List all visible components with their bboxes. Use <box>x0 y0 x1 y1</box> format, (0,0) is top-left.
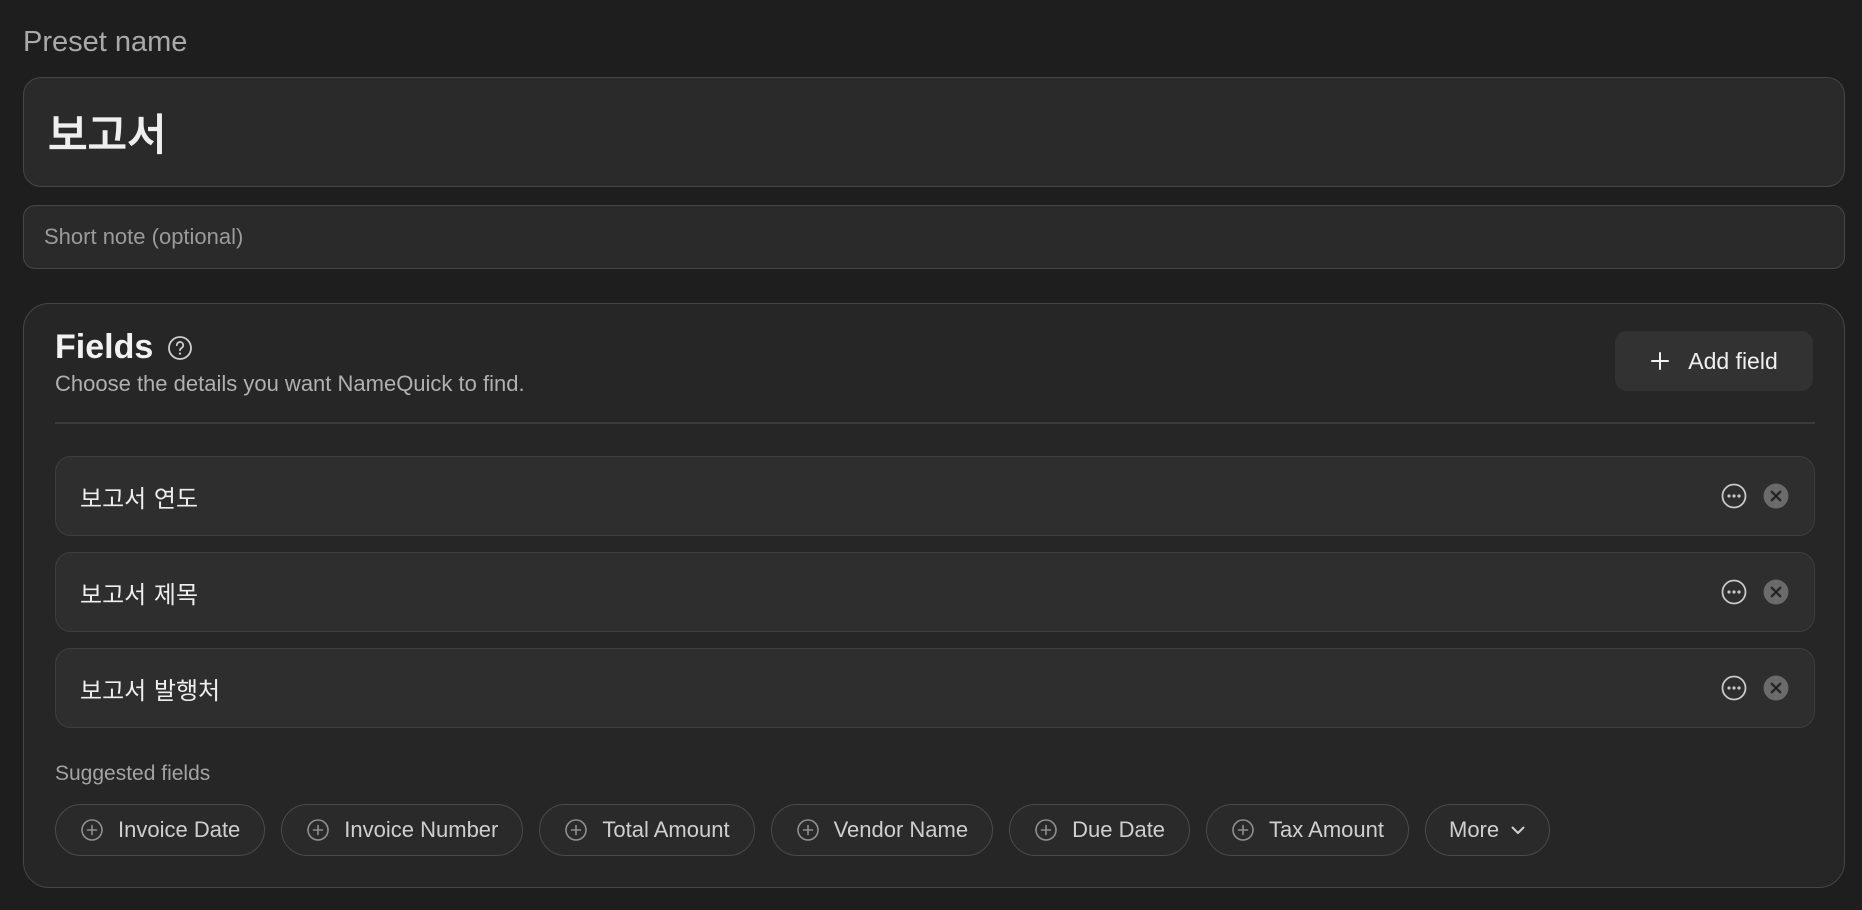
plus-circle-icon <box>564 818 588 842</box>
field-row[interactable]: 보고서 제목 <box>55 552 1815 632</box>
plus-circle-icon <box>796 818 820 842</box>
short-note-input[interactable] <box>42 223 1826 251</box>
chip-label: Vendor Name <box>833 817 969 842</box>
suggested-chips: Invoice Date Invoice Number Total Amount… <box>55 804 1551 856</box>
suggested-fields-label: Suggested fields <box>55 762 211 785</box>
question-circle-icon[interactable] <box>167 335 193 361</box>
fields-title: Fields <box>55 328 154 366</box>
preset-name-label: Preset name <box>23 26 188 58</box>
fields-panel: Fields Choose the details you want NameQ… <box>23 303 1845 888</box>
x-circle-icon[interactable] <box>1762 578 1790 606</box>
ellipsis-circle-icon[interactable] <box>1720 578 1748 606</box>
field-row-actions <box>1720 482 1790 510</box>
add-field-button[interactable]: Add field <box>1615 331 1813 391</box>
field-row[interactable]: 보고서 연도 <box>55 456 1815 536</box>
suggested-chip-invoice-number[interactable]: Invoice Number <box>281 804 524 856</box>
short-note-field[interactable] <box>23 205 1845 269</box>
suggested-chip-invoice-date[interactable]: Invoice Date <box>55 804 266 856</box>
chip-label: Due Date <box>1072 817 1166 842</box>
fields-subtitle: Choose the details you want NameQuick to… <box>55 371 525 396</box>
more-label: More <box>1449 817 1500 842</box>
plus-circle-icon <box>306 818 330 842</box>
field-row-actions <box>1720 578 1790 606</box>
suggested-chip-due-date[interactable]: Due Date <box>1009 804 1191 856</box>
add-field-label: Add field <box>1688 347 1778 374</box>
suggested-chip-total-amount[interactable]: Total Amount <box>539 804 755 856</box>
x-circle-icon[interactable] <box>1762 674 1790 702</box>
more-suggestions-button[interactable]: More <box>1425 804 1551 856</box>
chevron-down-icon <box>1509 821 1527 839</box>
suggested-chip-vendor-name[interactable]: Vendor Name <box>770 804 994 856</box>
chip-label: Total Amount <box>602 817 730 842</box>
field-row-actions <box>1720 674 1790 702</box>
plus-circle-icon <box>1034 818 1058 842</box>
ellipsis-circle-icon[interactable] <box>1720 674 1748 702</box>
plus-circle-icon <box>80 818 104 842</box>
fields-header: Fields <box>55 328 193 367</box>
preset-name-field[interactable] <box>23 77 1845 187</box>
field-row[interactable]: 보고서 발행처 <box>55 648 1815 728</box>
preset-name-input[interactable] <box>46 106 1822 158</box>
chip-label: Invoice Number <box>344 817 499 842</box>
suggested-chip-tax-amount[interactable]: Tax Amount <box>1206 804 1409 856</box>
chip-label: Invoice Date <box>118 817 241 842</box>
field-row-label: 보고서 연도 <box>80 484 199 513</box>
plus-circle-icon <box>1231 818 1255 842</box>
plus-icon <box>1650 351 1670 371</box>
x-circle-icon[interactable] <box>1762 482 1790 510</box>
divider <box>55 422 1815 424</box>
field-row-label: 보고서 발행처 <box>80 676 221 705</box>
field-row-label: 보고서 제목 <box>80 580 199 609</box>
ellipsis-circle-icon[interactable] <box>1720 482 1748 510</box>
chip-label: Tax Amount <box>1269 817 1384 842</box>
